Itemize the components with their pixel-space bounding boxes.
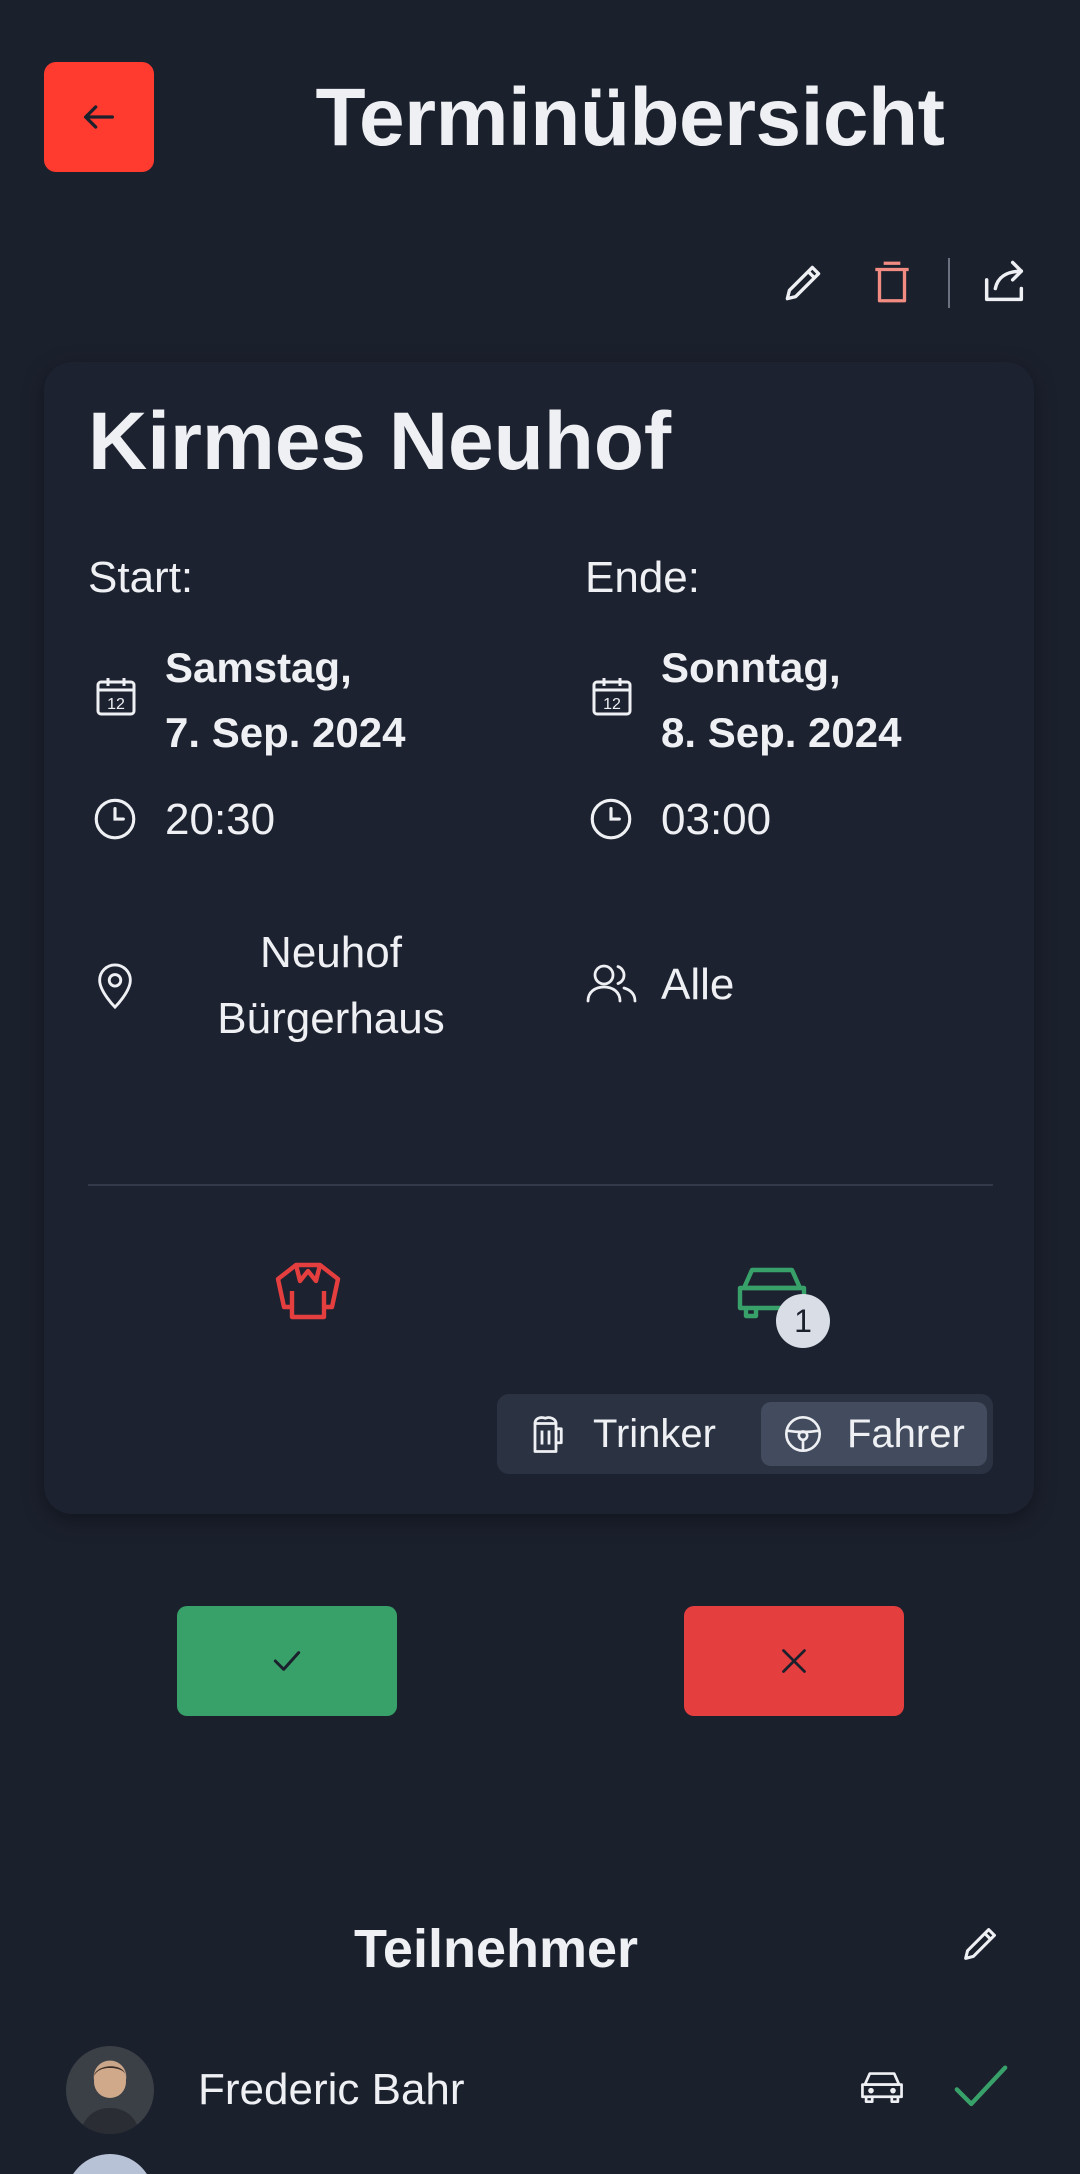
card-divider <box>88 1184 993 1186</box>
people-icon <box>584 960 640 1006</box>
edit-event-button[interactable] <box>774 252 834 312</box>
pencil-icon <box>785 265 821 301</box>
location-pin-icon <box>92 960 138 1012</box>
segment-label: Fahrer <box>847 1411 965 1456</box>
avatar <box>66 2046 154 2134</box>
end-label: Ende: <box>585 553 700 602</box>
delete-event-button[interactable] <box>862 252 922 312</box>
calendar-icon: 12 <box>92 672 140 720</box>
clock-icon <box>90 794 140 844</box>
role-segmented-control: Trinker Fahrer <box>497 1394 993 1474</box>
beer-mug-icon <box>533 1416 563 1453</box>
calendar-icon: 12 <box>588 672 636 720</box>
end-time: 03:00 <box>661 795 772 844</box>
back-button[interactable] <box>44 62 154 172</box>
svg-text:12: 12 <box>107 696 125 713</box>
event-location: Neuhof Bürgerhaus <box>217 928 445 1043</box>
steering-wheel-icon <box>785 1416 821 1452</box>
start-label: Start: <box>88 553 194 602</box>
x-icon <box>782 1649 806 1673</box>
event-audience: Alle <box>661 960 735 1009</box>
decline-button[interactable] <box>684 1606 904 1716</box>
driver-count-badge: 1 <box>776 1294 830 1348</box>
pencil-icon <box>964 1928 996 1960</box>
car-icon <box>860 2068 904 2106</box>
page-title: Terminübersicht <box>315 72 945 163</box>
participants-title: Teilnehmer <box>353 1919 639 1979</box>
accept-button[interactable] <box>177 1606 397 1716</box>
segment-fahrer[interactable]: Fahrer <box>761 1402 987 1466</box>
segment-trinker[interactable]: Trinker <box>507 1402 738 1466</box>
end-date: 8. Sep. 2024 <box>661 709 902 756</box>
check-icon <box>273 1651 301 1671</box>
svg-text:12: 12 <box>603 696 621 713</box>
edit-participants-button[interactable] <box>958 1920 1004 1966</box>
segment-label: Trinker <box>593 1411 716 1456</box>
clock-icon <box>586 794 636 844</box>
jacket-icon <box>275 1262 341 1320</box>
avatar <box>66 2154 154 2174</box>
participant-name: Frederic Bahr <box>198 2065 465 2114</box>
action-separator <box>948 258 950 308</box>
jacket-role-button[interactable] <box>272 1258 344 1324</box>
start-time: 20:30 <box>165 795 276 844</box>
end-date-weekday: Sonntag, <box>661 644 841 691</box>
share-icon <box>984 260 1024 302</box>
trash-icon <box>875 261 909 303</box>
check-icon <box>952 2062 1010 2112</box>
start-date: 7. Sep. 2024 <box>165 709 406 756</box>
event-title: Kirmes Neuhof <box>88 396 672 487</box>
share-event-button[interactable] <box>974 252 1034 312</box>
arrow-left-icon <box>84 105 115 129</box>
start-date-weekday: Samstag, <box>165 644 352 691</box>
